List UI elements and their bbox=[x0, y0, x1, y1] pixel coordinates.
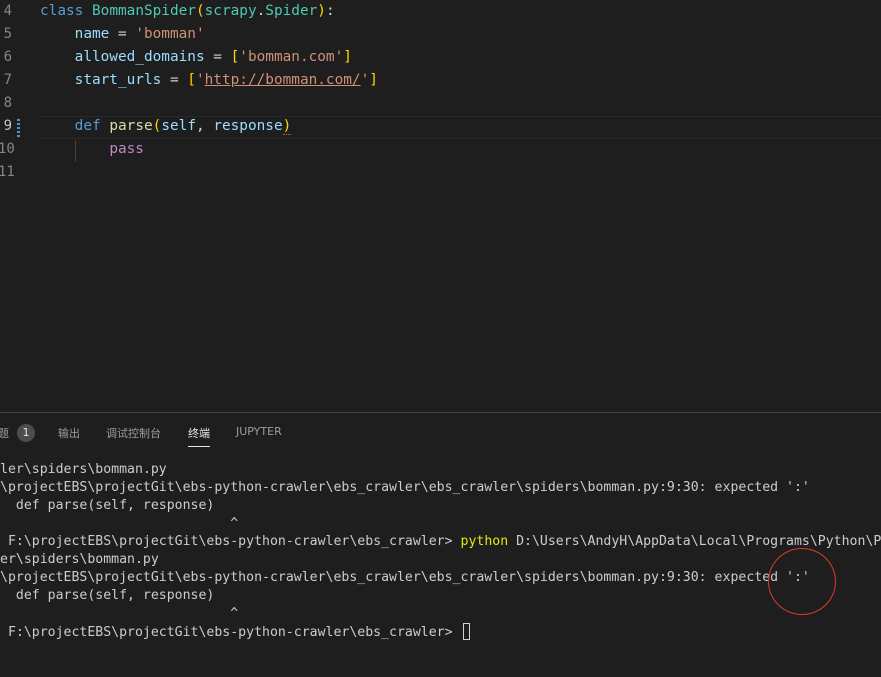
code-token: = bbox=[161, 72, 188, 88]
code-token: ( bbox=[195, 3, 205, 19]
code-line[interactable]: 10 pass bbox=[0, 138, 881, 161]
terminal-line: F:\projectEBS\projectGit\ebs-python-craw… bbox=[0, 623, 470, 641]
tab-terminal[interactable]: 终端 bbox=[188, 425, 210, 447]
line-number: 11 bbox=[0, 164, 15, 180]
terminal-text: \projectEBS\projectGit\ebs-python-crawle… bbox=[0, 570, 810, 585]
code-text: def parse(self, response) bbox=[40, 118, 292, 135]
code-token: ] bbox=[343, 49, 352, 65]
red-circle-annotation bbox=[768, 548, 836, 615]
terminal-text: def parse(self, response) bbox=[0, 588, 215, 603]
code-token: http://bomman.com/ bbox=[204, 72, 361, 88]
tab-jupyter[interactable]: JUPYTER bbox=[236, 425, 282, 438]
tab-problems[interactable]: 题 bbox=[0, 425, 9, 441]
terminal-line: \projectEBS\projectGit\ebs-python-crawle… bbox=[0, 479, 810, 497]
code-token: BommanSpider bbox=[92, 3, 196, 19]
code-token: = bbox=[109, 26, 136, 42]
code-text: name = 'bomman' bbox=[40, 26, 205, 42]
code-token: scrapy bbox=[204, 3, 257, 19]
tab-debug-console[interactable]: 调试控制台 bbox=[106, 425, 161, 441]
code-token: , bbox=[195, 118, 214, 134]
code-token: = bbox=[204, 49, 231, 65]
code-token: response bbox=[213, 118, 283, 134]
panel-tabs: 题 1 输出 调试控制台 终端 JUPYTER bbox=[0, 413, 881, 449]
code-line[interactable]: 11 bbox=[0, 161, 881, 184]
code-token: : bbox=[325, 3, 335, 19]
code-token: 'bomman.com' bbox=[239, 49, 344, 65]
terminal-text: D:\Users\AndyH\AppData\Local\Programs\Py… bbox=[508, 534, 881, 549]
code-editor[interactable]: 4 class BommanSpider(scrapy.Spider): 5 nam… bbox=[0, 0, 881, 412]
line-number: 8 bbox=[3, 95, 12, 111]
code-token: 'bomman' bbox=[135, 26, 205, 42]
code-line[interactable]: 7 start_urls = ['http://bomman.com/'] bbox=[0, 69, 881, 92]
code-token: ' bbox=[195, 72, 205, 88]
terminal-line: ^ bbox=[0, 515, 238, 533]
terminal-text: ^ bbox=[0, 606, 239, 621]
code-text: class BommanSpider(scrapy.Spider): bbox=[40, 3, 335, 19]
line-number: 6 bbox=[3, 49, 12, 65]
code-token: ) bbox=[282, 118, 292, 135]
code-token: ) bbox=[317, 3, 326, 19]
code-token: class bbox=[40, 3, 84, 19]
code-token: [ bbox=[230, 49, 240, 65]
terminal-prompt: F:\projectEBS\projectGit\ebs-python-craw… bbox=[0, 625, 461, 640]
bottom-panel: 题 1 输出 调试控制台 终端 JUPYTER ler\spiders\bomm… bbox=[0, 412, 881, 677]
tab-output[interactable]: 输出 bbox=[58, 425, 80, 441]
terminal-prompt: F:\projectEBS\projectGit\ebs-python-craw… bbox=[0, 534, 461, 549]
code-text: start_urls = ['http://bomman.com/'] bbox=[40, 72, 378, 88]
terminal-command: python bbox=[460, 534, 509, 549]
code-line[interactable]: 6 allowed_domains = ['bomman.com'] bbox=[0, 46, 881, 69]
terminal-text: ler\spiders\bomman.py bbox=[0, 462, 167, 477]
code-token: ] bbox=[369, 72, 378, 88]
code-token: ' bbox=[360, 72, 370, 88]
code-token: parse bbox=[109, 118, 153, 134]
terminal-line: def parse(self, response) bbox=[0, 497, 215, 515]
code-token: allowed_domains bbox=[74, 49, 205, 65]
terminal-line: ler\spiders\bomman.py bbox=[0, 461, 167, 479]
code-token: pass bbox=[109, 141, 144, 157]
terminal-line: def parse(self, response) bbox=[0, 587, 215, 605]
code-token: self bbox=[161, 118, 196, 134]
code-token: . bbox=[256, 3, 266, 19]
problems-count-badge: 1 bbox=[17, 424, 35, 442]
code-line[interactable]: 5 name = 'bomman' bbox=[0, 23, 881, 46]
terminal-text: \projectEBS\projectGit\ebs-python-crawle… bbox=[0, 480, 810, 495]
code-token: name bbox=[74, 26, 110, 42]
code-text: allowed_domains = ['bomman.com'] bbox=[40, 49, 352, 65]
line-number: 4 bbox=[3, 3, 12, 19]
code-token: def bbox=[74, 118, 101, 134]
line-number: 5 bbox=[3, 26, 12, 42]
terminal-text: ^ bbox=[0, 516, 239, 531]
line-number: 7 bbox=[3, 72, 12, 88]
code-line[interactable]: 9 def parse(self, response) bbox=[0, 115, 881, 138]
terminal-text: def parse(self, response) bbox=[0, 498, 215, 513]
code-line[interactable]: 8 bbox=[0, 92, 881, 115]
terminal-line: F:\projectEBS\projectGit\ebs-python-craw… bbox=[0, 533, 881, 551]
code-token: start_urls bbox=[74, 72, 162, 88]
code-line[interactable]: 4 class BommanSpider(scrapy.Spider): bbox=[0, 0, 881, 23]
terminal-line: ^ bbox=[0, 605, 238, 623]
terminal-text: er\spiders\bomman.py bbox=[0, 552, 159, 567]
line-number: 9 bbox=[3, 118, 12, 134]
code-text: pass bbox=[40, 141, 144, 157]
terminal-line: er\spiders\bomman.py bbox=[0, 551, 159, 569]
code-token: [ bbox=[187, 72, 196, 88]
line-number: 10 bbox=[0, 141, 15, 157]
terminal-line: \projectEBS\projectGit\ebs-python-crawle… bbox=[0, 569, 810, 587]
cursor-block-icon bbox=[462, 623, 470, 640]
code-token: Spider bbox=[265, 3, 318, 19]
